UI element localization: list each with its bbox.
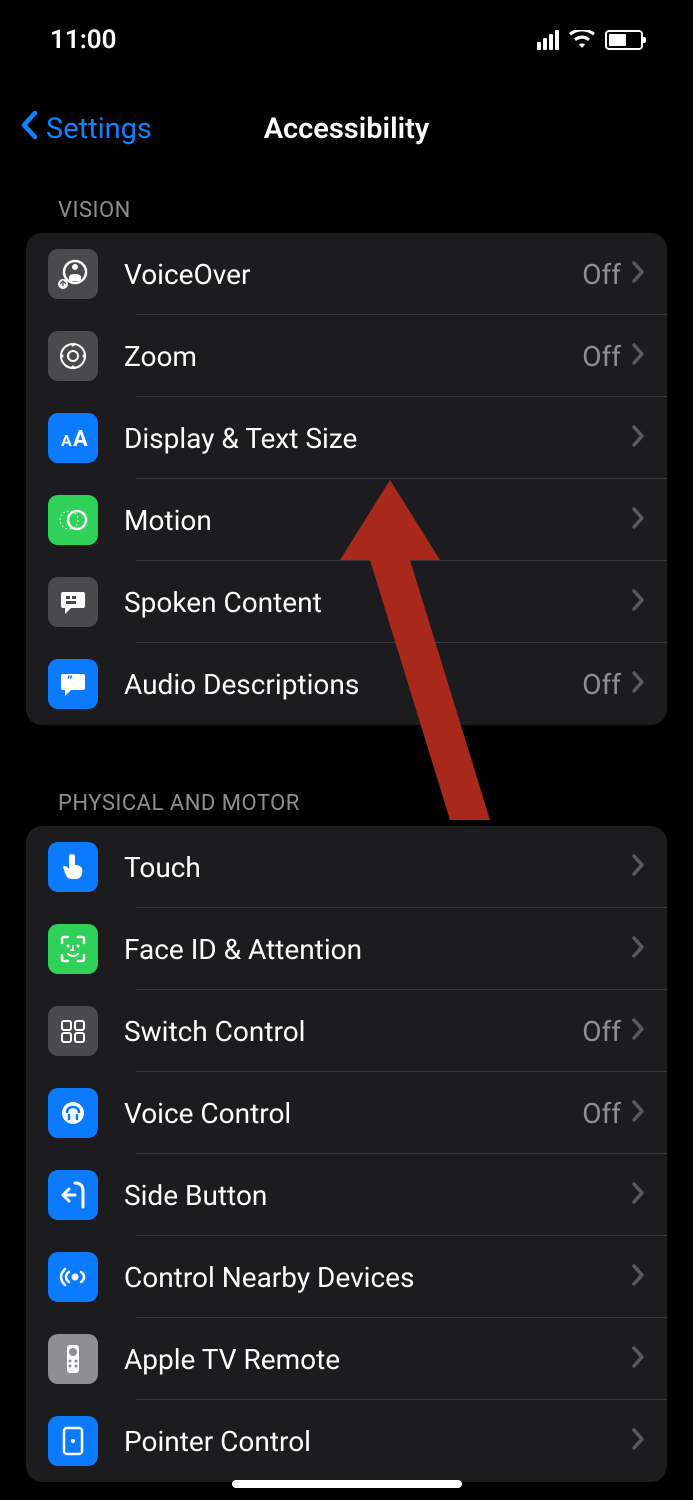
chevron-right-icon (631, 588, 645, 616)
navigation-bar: Settings Accessibility (0, 80, 693, 188)
svg-text:”: ” (67, 674, 73, 690)
row-spoken-content[interactable]: Spoken Content (26, 561, 667, 643)
zoom-icon (48, 331, 98, 381)
chevron-right-icon (631, 342, 645, 370)
row-label: Face ID & Attention (124, 933, 631, 966)
page-title: Accessibility (264, 112, 430, 146)
section-vision: VoiceOver Off Zoom Off A A (26, 233, 667, 725)
chevron-right-icon (631, 935, 645, 963)
row-label: Control Nearby Devices (124, 1261, 631, 1294)
chevron-right-icon (631, 1263, 645, 1291)
pointer-control-icon (48, 1416, 98, 1466)
voiceover-icon (48, 249, 98, 299)
row-value: Off (582, 340, 621, 373)
faceid-icon (48, 924, 98, 974)
row-zoom[interactable]: Zoom Off (26, 315, 667, 397)
row-value: Off (582, 258, 621, 291)
row-label: Switch Control (124, 1015, 582, 1048)
chevron-right-icon (631, 1099, 645, 1127)
row-label: Voice Control (124, 1097, 582, 1130)
chevron-right-icon (631, 853, 645, 881)
row-label: VoiceOver (124, 258, 582, 291)
battery-icon (605, 30, 643, 50)
chevron-right-icon (631, 260, 645, 288)
audio-descriptions-icon: ” (48, 659, 98, 709)
row-label: Spoken Content (124, 586, 631, 619)
voice-control-icon (48, 1088, 98, 1138)
text-size-icon: A A (48, 413, 98, 463)
nearby-devices-icon (48, 1252, 98, 1302)
section-header-physical: PHYSICAL AND MOTOR (0, 781, 693, 826)
status-bar: 11:00 (0, 0, 693, 80)
row-motion[interactable]: Motion (26, 479, 667, 561)
switch-control-icon (48, 1006, 98, 1056)
row-pointer-control[interactable]: Pointer Control (26, 1400, 667, 1482)
spoken-content-icon (48, 577, 98, 627)
row-voiceover[interactable]: VoiceOver Off (26, 233, 667, 315)
row-display-text-size[interactable]: A A Display & Text Size (26, 397, 667, 479)
side-button-icon (48, 1170, 98, 1220)
chevron-right-icon (631, 670, 645, 698)
row-label: Apple TV Remote (124, 1343, 631, 1376)
row-touch[interactable]: Touch (26, 826, 667, 908)
chevron-left-icon (20, 110, 38, 148)
back-button[interactable]: Settings (20, 110, 152, 148)
status-indicators (537, 30, 643, 50)
motion-icon (48, 495, 98, 545)
row-value: Off (582, 668, 621, 701)
section-physical-motor: Touch Face ID & Attention (26, 826, 667, 1482)
cellular-signal-icon (537, 30, 559, 50)
chevron-right-icon (631, 1017, 645, 1045)
apple-tv-remote-icon (48, 1334, 98, 1384)
row-label: Touch (124, 851, 631, 884)
back-label: Settings (46, 112, 152, 146)
row-apple-tv-remote[interactable]: Apple TV Remote (26, 1318, 667, 1400)
row-label: Side Button (124, 1179, 631, 1212)
row-value: Off (582, 1097, 621, 1130)
chevron-right-icon (631, 1345, 645, 1373)
chevron-right-icon (631, 506, 645, 534)
row-side-button[interactable]: Side Button (26, 1154, 667, 1236)
row-voice-control[interactable]: Voice Control Off (26, 1072, 667, 1154)
home-indicator[interactable] (232, 1480, 462, 1488)
touch-icon (48, 842, 98, 892)
row-label: Motion (124, 504, 631, 537)
row-value: Off (582, 1015, 621, 1048)
section-header-vision: VISION (0, 188, 693, 233)
chevron-right-icon (631, 424, 645, 452)
chevron-right-icon (631, 1427, 645, 1455)
svg-text:A: A (61, 431, 72, 450)
row-faceid[interactable]: Face ID & Attention (26, 908, 667, 990)
svg-text:A: A (73, 427, 88, 452)
chevron-right-icon (631, 1181, 645, 1209)
row-audio-descriptions[interactable]: ” Audio Descriptions Off (26, 643, 667, 725)
status-time: 11:00 (50, 25, 117, 55)
wifi-icon (569, 30, 595, 50)
row-label: Audio Descriptions (124, 668, 582, 701)
row-label: Zoom (124, 340, 582, 373)
row-label: Pointer Control (124, 1425, 631, 1458)
row-control-nearby[interactable]: Control Nearby Devices (26, 1236, 667, 1318)
row-switch-control[interactable]: Switch Control Off (26, 990, 667, 1072)
row-label: Display & Text Size (124, 422, 631, 455)
